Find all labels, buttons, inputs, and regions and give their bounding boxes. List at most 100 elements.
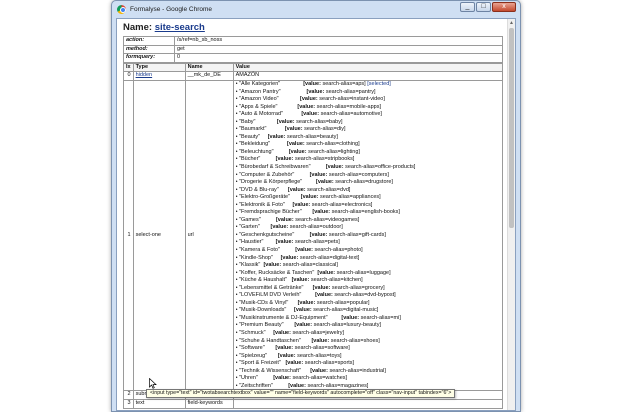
option-value: search-alias=mobile-apps] xyxy=(316,103,382,110)
select-option: • "Klassik" [value: search-alias=classic… xyxy=(236,262,500,270)
option-pad xyxy=(328,315,342,321)
option-label: • "Baumarkt" xyxy=(235,126,267,133)
option-label: • "Elektronik & Foto" xyxy=(235,201,285,208)
option-pad xyxy=(260,134,268,140)
page-viewport: ▲ Name: site-search action: /s/ref=nb_sb… xyxy=(116,18,516,411)
option-pad xyxy=(267,126,285,132)
option-value: search-alias=software] xyxy=(294,345,350,352)
option-value: search-alias=classical] xyxy=(282,262,338,269)
chrome-icon xyxy=(117,4,126,14)
option-value-key: [value: xyxy=(275,345,294,352)
select-option: • "Apps & Spiele" [value: search-alias=m… xyxy=(236,104,500,112)
select-option: • "LOVEFiLM DVD Verleih" [value: search-… xyxy=(236,292,500,300)
select-option: • "Games" [value: search-alias=videogame… xyxy=(236,217,500,225)
option-label: • "Elektro-Großgeräte" xyxy=(235,194,291,201)
window-controls: _ □ x xyxy=(460,2,516,12)
row-type: select-one xyxy=(132,79,186,392)
option-label: • "Premium Beauty" xyxy=(235,322,284,329)
option-pad xyxy=(303,285,312,291)
option-label: • "Apps & Spiele" xyxy=(235,103,278,110)
option-label: • "Amazon Pantry" xyxy=(235,88,281,95)
select-option: • "Kamera & Foto" [value: search-alias=p… xyxy=(236,247,500,255)
option-value-key: [value: xyxy=(300,194,319,201)
window-title: Formalyse - Google Chrome xyxy=(130,5,212,13)
option-value-key: [value: xyxy=(297,103,316,110)
option-value: search-alias=gift-cards] xyxy=(328,231,386,238)
select-option: • "Bürobedarf & Schreibwaren" [value: se… xyxy=(236,164,500,172)
select-option: • "Bücher" [value: search-alias=stripboo… xyxy=(236,156,500,164)
column-header-ix: Ix xyxy=(123,62,134,73)
option-value-key: [value: xyxy=(276,118,295,125)
option-value: search-alias=computers] xyxy=(328,171,389,178)
meta-row: action: /s/ref=nb_sb_noss xyxy=(123,36,503,46)
option-pad xyxy=(280,81,303,87)
option-label: • "DVD & Blu-ray" xyxy=(235,186,279,193)
option-value: search-alias=videogames] xyxy=(295,216,360,223)
name-label: Name: xyxy=(123,22,153,33)
option-value: search-alias=baby] xyxy=(296,118,343,125)
maximize-button[interactable]: □ xyxy=(476,2,491,12)
option-selected: [selected] xyxy=(367,80,391,87)
select-option: • "Elektro-Großgeräte" [value: search-al… xyxy=(236,194,500,202)
scroll-thumb[interactable] xyxy=(509,28,514,228)
option-pad xyxy=(258,375,273,381)
option-label: • "Koffer, Rucksäcke & Taschen" xyxy=(235,269,315,276)
option-value-key: [value: xyxy=(285,360,304,367)
option-value: search-alias=appliances] xyxy=(320,194,381,201)
option-pad xyxy=(286,307,294,313)
option-pad xyxy=(281,89,307,95)
close-button[interactable]: x xyxy=(492,2,516,12)
option-pad xyxy=(278,104,298,110)
select-option: • "Premium Beauty" [value: search-alias=… xyxy=(236,322,500,330)
select-option: • "Koffer, Rucksäcke & Taschen" [value: … xyxy=(236,270,500,278)
option-label: • "Drogerie & Körperpflege" xyxy=(235,179,303,186)
option-value: search-alias=outdoor] xyxy=(289,224,343,231)
meta-key: formquery: xyxy=(123,53,175,63)
option-pad xyxy=(256,119,277,125)
option-value: search-alias=automotive] xyxy=(320,111,382,118)
minimize-button[interactable]: _ xyxy=(460,2,475,12)
table-row: 3 text field-keywords xyxy=(123,399,504,409)
option-pad xyxy=(280,247,295,253)
option-label: • "Auto & Motorrad" xyxy=(235,111,283,118)
select-option: • "Alle Kategorien" [value: search-alias… xyxy=(236,81,500,89)
option-value-key: [value: xyxy=(310,367,328,374)
option-value: search-alias=electronics] xyxy=(311,201,373,208)
meta-value: get xyxy=(174,44,503,55)
option-pad xyxy=(302,179,316,185)
option-label: • "Lebensmittel & Getränke" xyxy=(235,284,304,291)
meta-key: method: xyxy=(123,44,175,55)
option-value-key: [value: xyxy=(295,247,313,253)
option-label: • "Fremdsprachige Bücher" xyxy=(235,209,302,216)
fields-table: Ix Type Name Value 0 hidden __mk_de_DE A… xyxy=(123,62,504,409)
option-value-key: [value: xyxy=(325,163,344,170)
option-value: search-alias=magazines] xyxy=(307,382,369,389)
select-option: • "Amazon Video" [value: search-alias=in… xyxy=(236,96,500,104)
option-value: search-alias=diy] xyxy=(304,126,346,133)
option-value-key: [value: xyxy=(277,352,296,359)
option-value-key: [value: xyxy=(291,277,310,284)
row-ix: 1 xyxy=(123,79,134,392)
option-label: • "Computer & Zubehör" xyxy=(235,171,295,178)
title-bar[interactable]: Formalyse - Google Chrome _ □ x xyxy=(112,1,520,17)
option-value-key: [value: xyxy=(273,330,291,337)
hidden-type-link[interactable]: hidden xyxy=(136,72,153,78)
option-value-key: [value: xyxy=(288,382,306,389)
option-label: • "Kamera & Foto" xyxy=(235,247,280,253)
option-label: • "Uhren" xyxy=(235,375,258,382)
option-pad xyxy=(294,232,309,238)
option-pad xyxy=(288,300,297,306)
option-value-key: [value: xyxy=(275,156,294,163)
select-option: • "Musik-CDs & Vinyl" [value: search-ali… xyxy=(236,300,500,308)
option-label: • "Schuhe & Handtaschen" xyxy=(235,337,301,344)
row-name: __mk_de_DE xyxy=(184,71,234,81)
vertical-scrollbar[interactable]: ▲ xyxy=(507,19,515,410)
option-label: • "Bekleidung" xyxy=(235,141,271,148)
meta-row: method: get xyxy=(123,44,503,55)
select-option: • "Kindle-Shop" [value: search-alias=dig… xyxy=(236,255,500,263)
option-pad xyxy=(290,194,301,200)
option-pad xyxy=(263,239,275,245)
scroll-up-arrow-icon[interactable]: ▲ xyxy=(508,19,515,27)
select-option: • "Uhren" [value: search-alias=watches] xyxy=(236,375,500,383)
option-pad xyxy=(302,209,313,215)
